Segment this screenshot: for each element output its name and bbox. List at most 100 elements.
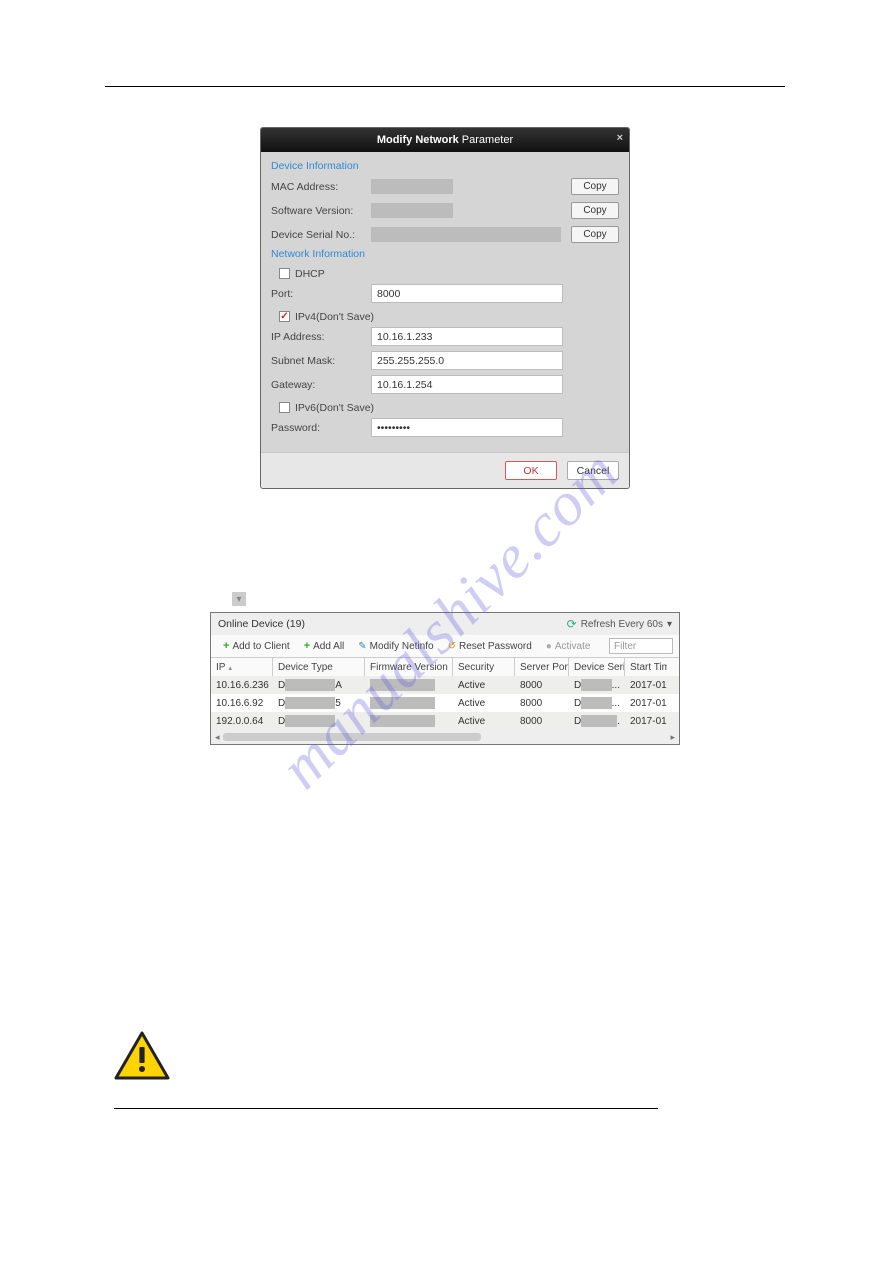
cell-ip: 10.16.6.92 [211,698,273,709]
cell-serial: D. [569,715,625,727]
activate-label: Activate [555,641,591,652]
row-port: Port: [271,283,619,304]
refresh-label: Refresh Every 60s [581,619,663,630]
grid-header-row: IP Device Type Firmware Version Security… [211,657,679,676]
refresh-control[interactable]: ⟳ Refresh Every 60s ▾ [567,617,672,631]
page-top-rule [105,86,785,87]
scroll-thumb[interactable] [223,733,481,741]
warning-icon [114,1031,170,1081]
col-security[interactable]: Security [453,658,515,676]
dhcp-row: DHCP [279,264,619,283]
table-row[interactable]: 10.16.6.236 DA Active 8000 D... 2017-01 [211,676,679,694]
label-dhcp: DHCP [295,268,325,280]
col-serial[interactable]: Device Serial No. [569,658,625,676]
section-device-info: Device Information [271,160,619,172]
label-ip: IP Address: [271,331,371,343]
table-row[interactable]: 192.0.0.64 D Active 8000 D. 2017-01 [211,712,679,730]
col-firmware[interactable]: Firmware Version [365,658,453,676]
row-serial: Device Serial No.: Copy [271,224,619,245]
cell-firmware [365,679,453,691]
add-all-label: Add All [313,641,344,652]
key-icon: ↺ [448,641,456,652]
cell-port: 8000 [515,698,569,709]
value-software-redacted [371,203,453,218]
panel-title: Online Device (19) [218,618,305,630]
row-mac: MAC Address: Copy [271,176,619,197]
panel-toolbar: + Add to Client + Add All ✎ Modify Netin… [211,635,679,657]
subnet-input[interactable] [371,351,563,370]
row-ip: IP Address: [271,326,619,347]
password-input[interactable] [371,418,563,437]
value-serial-redacted [371,227,561,242]
cell-security: Active [453,716,515,727]
reset-password-button[interactable]: ↺ Reset Password [442,641,538,652]
label-ipv6: IPv6(Don't Save) [295,402,374,414]
ip-input[interactable] [371,327,563,346]
reset-password-label: Reset Password [459,641,532,652]
cell-serial: D... [569,697,625,709]
port-input[interactable] [371,284,563,303]
dialog-title-normal: Parameter [459,134,513,146]
dialog-title-bold: Modify Network [377,134,459,146]
scroll-right-icon[interactable]: ▸ [670,732,675,743]
label-gateway: Gateway: [271,379,371,391]
ok-button[interactable]: OK [505,461,557,480]
cell-start: 2017-01 [625,716,667,727]
warning-underline [114,1108,658,1109]
cell-start: 2017-01 [625,698,667,709]
cell-ip: 10.16.6.236 [211,680,273,691]
plus-icon: + [304,640,310,652]
filter-input[interactable]: Filter [609,638,673,654]
copy-mac-button[interactable]: Copy [571,178,619,195]
gateway-input[interactable] [371,375,563,394]
add-all-button[interactable]: + Add All [298,640,351,652]
edit-icon: ✎ [358,641,366,652]
horizontal-scrollbar[interactable]: ◂ ▸ [211,730,679,744]
cell-serial: D... [569,679,625,691]
expand-arrow-icon[interactable]: ▾ [232,592,246,606]
add-to-client-button[interactable]: + Add to Client [217,640,296,652]
label-mac: MAC Address: [271,181,371,193]
activate-button[interactable]: ● Activate [540,641,597,652]
ipv6-row: IPv6(Don't Save) [279,398,619,417]
online-device-panel: Online Device (19) ⟳ Refresh Every 60s ▾… [210,612,680,745]
table-row[interactable]: 10.16.6.92 D5 Active 8000 D... 2017-01 [211,694,679,712]
modify-netinfo-label: Modify Netinfo [370,641,434,652]
scroll-track[interactable] [223,733,668,741]
panel-header: Online Device (19) ⟳ Refresh Every 60s ▾ [211,613,679,635]
scroll-left-icon[interactable]: ◂ [215,732,220,743]
cell-security: Active [453,698,515,709]
copy-software-button[interactable]: Copy [571,202,619,219]
cell-start: 2017-01 [625,680,667,691]
col-start[interactable]: Start Tim [625,658,667,676]
label-port: Port: [271,288,371,300]
close-icon[interactable]: × [617,132,623,144]
plus-icon: + [223,640,229,652]
grid-body: 10.16.6.236 DA Active 8000 D... 2017-01 … [211,676,679,730]
col-ip[interactable]: IP [211,658,273,676]
label-ipv4: IPv4(Don't Save) [295,311,374,323]
label-serial: Device Serial No.: [271,229,371,241]
row-password: Password: [271,417,619,438]
col-server-port[interactable]: Server Port [515,658,569,676]
dialog-footer: OK Cancel [261,452,629,488]
dhcp-checkbox[interactable] [279,268,290,279]
row-subnet: Subnet Mask: [271,350,619,371]
cell-firmware [365,715,453,727]
label-software: Software Version: [271,205,371,217]
modify-network-dialog: Modify Network Parameter × Device Inform… [260,127,630,489]
row-gateway: Gateway: [271,374,619,395]
cell-device-type: D5 [273,697,365,709]
cancel-button[interactable]: Cancel [567,461,619,480]
cell-firmware [365,697,453,709]
section-network-info: Network Information [271,248,619,260]
ipv6-checkbox[interactable] [279,402,290,413]
ipv4-checkbox[interactable] [279,311,290,322]
col-device-type[interactable]: Device Type [273,658,365,676]
modify-netinfo-button[interactable]: ✎ Modify Netinfo [352,641,439,652]
add-to-client-label: Add to Client [232,641,289,652]
copy-serial-button[interactable]: Copy [571,226,619,243]
dialog-title-bar[interactable]: Modify Network Parameter × [261,128,629,152]
cell-device-type: D [273,715,365,727]
dialog-body: Device Information MAC Address: Copy Sof… [261,152,629,438]
